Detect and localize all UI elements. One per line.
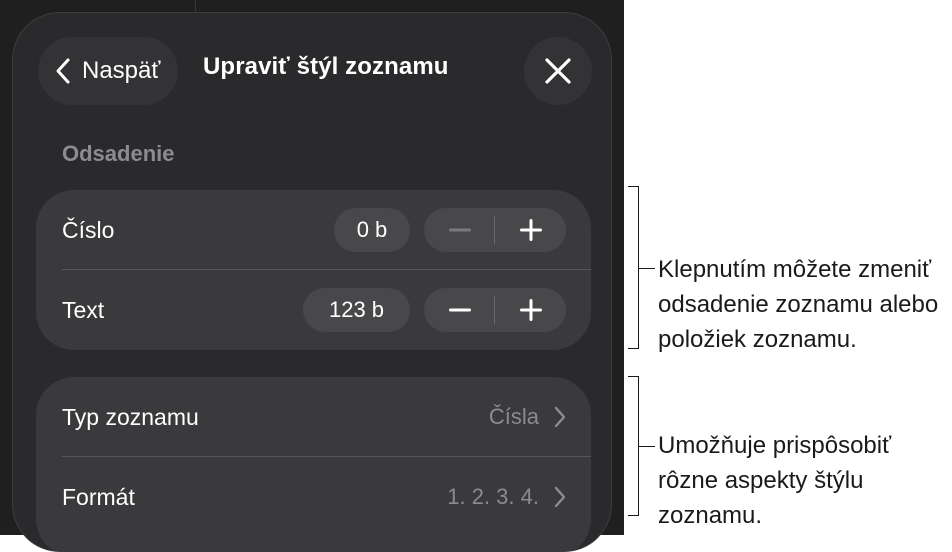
list-type-label: Typ zoznamu — [62, 404, 199, 430]
list-options-group: Typ zoznamu Čísla Formát 1. 2. 3. 4. — [36, 377, 591, 551]
indent-row-label: Text — [62, 297, 105, 323]
minus-icon — [448, 228, 471, 232]
panel-title: Upraviť štýl zoznamu — [203, 53, 449, 80]
back-button[interactable]: Naspäť — [38, 37, 178, 105]
plus-icon — [519, 299, 542, 321]
background-divider — [195, 0, 196, 12]
chevron-left-icon — [56, 58, 70, 84]
callout-list: Umožňuje prispôsobiť rôzne aspekty štýlu… — [658, 432, 892, 529]
close-button[interactable] — [524, 37, 592, 105]
increase-button[interactable] — [495, 208, 566, 252]
indent-group: Číslo 0 b Text 123 b — [36, 190, 591, 350]
plus-icon — [519, 219, 542, 241]
format-value: 1. 2. 3. 4. — [447, 484, 539, 509]
decrease-button[interactable] — [424, 288, 495, 332]
indent-row-number: Číslo 0 b — [36, 190, 591, 270]
callout-leader-indent — [639, 268, 655, 269]
indent-stepper — [424, 208, 566, 252]
callout-indent: Klepnutím môžete zmeniť odsadenie zoznam… — [658, 256, 939, 353]
callout-bracket-list — [628, 376, 639, 516]
format-label: Formát — [62, 484, 135, 510]
format-row[interactable]: Formát 1. 2. 3. 4. — [36, 457, 591, 537]
indent-stepper — [424, 288, 566, 332]
increase-button[interactable] — [495, 288, 566, 332]
callout-leader-list — [639, 446, 655, 447]
indent-row-label: Číslo — [62, 217, 115, 243]
chevron-right-icon — [554, 486, 566, 508]
list-type-value: Čísla — [488, 404, 539, 429]
chevron-right-icon — [554, 406, 566, 428]
indent-section-header: Odsadenie — [62, 141, 175, 166]
callout-bracket-indent — [628, 186, 639, 349]
list-type-row[interactable]: Typ zoznamu Čísla — [36, 377, 591, 457]
back-label: Naspäť — [82, 57, 161, 84]
indent-value-field[interactable]: 123 b — [303, 288, 410, 332]
edit-list-style-panel: Naspäť Upraviť štýl zoznamu Odsadenie Čí… — [12, 12, 612, 552]
close-icon — [545, 58, 571, 84]
minus-icon — [448, 308, 471, 312]
decrease-button[interactable] — [424, 208, 495, 252]
indent-row-text: Text 123 b — [36, 270, 591, 350]
indent-value-field[interactable]: 0 b — [334, 208, 410, 252]
